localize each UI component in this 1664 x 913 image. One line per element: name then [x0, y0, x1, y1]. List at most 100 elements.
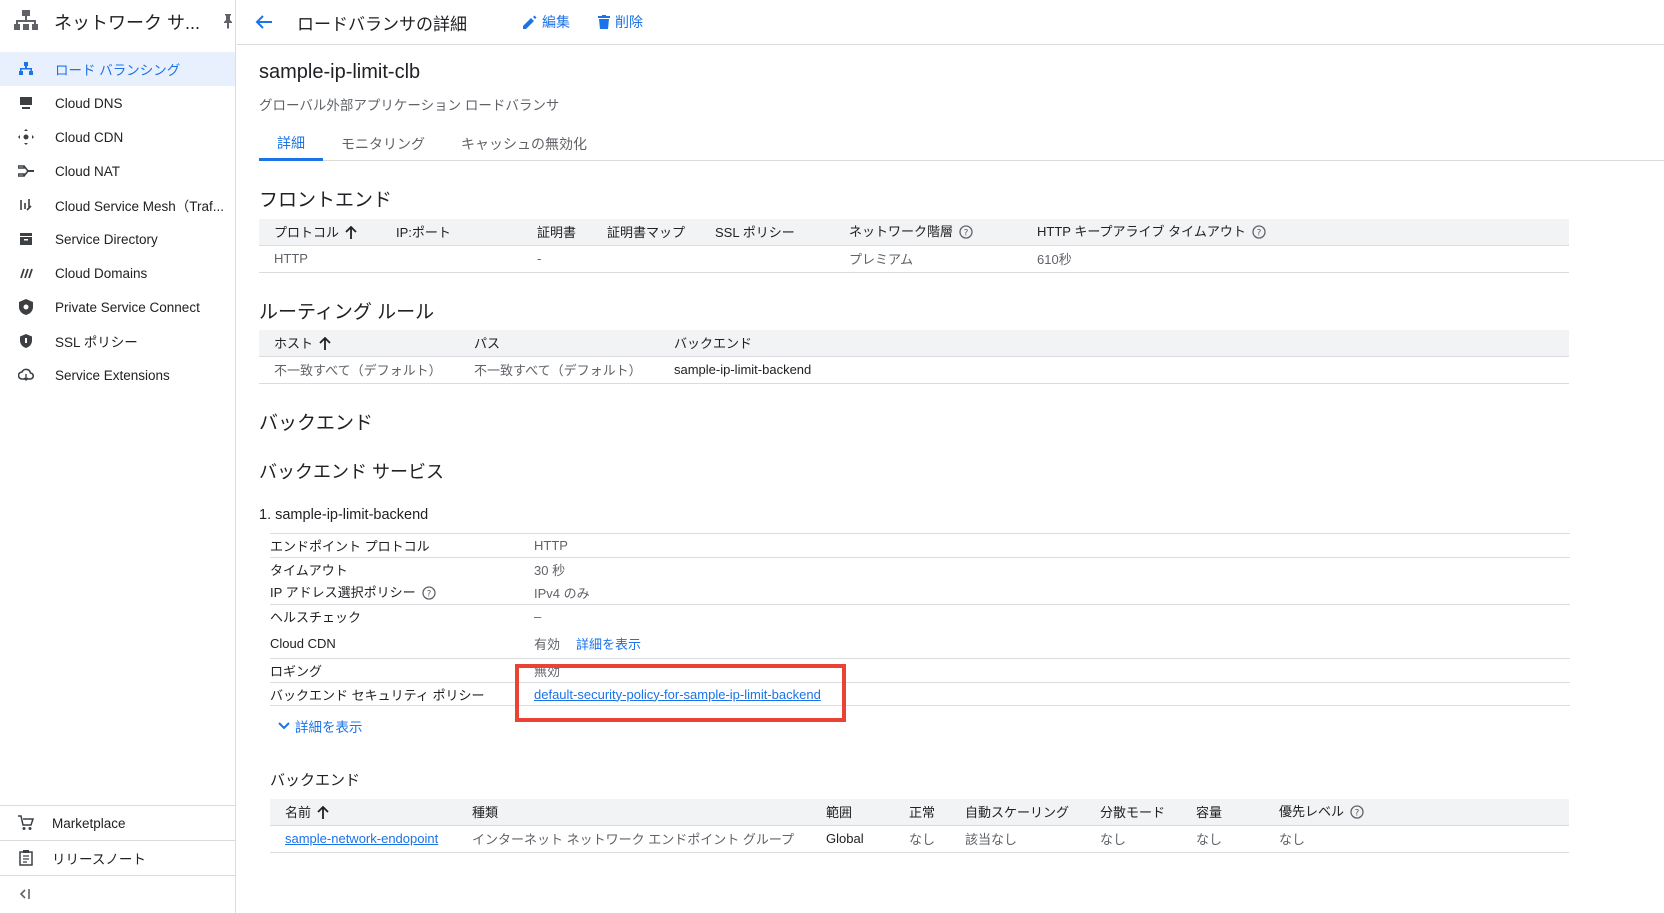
- sidebar-item-label: リリースノート: [52, 852, 146, 867]
- highlight-box: [515, 664, 846, 722]
- table-row: HTTP - プレミアム 610秒: [259, 245, 1569, 273]
- sidebar-nav: ロード バランシング Cloud DNS Cloud CDN Cloud NAT…: [0, 52, 235, 392]
- cell-ssl-policy: [700, 245, 834, 273]
- sidebar-item-service-directory[interactable]: Service Directory: [0, 222, 235, 256]
- sidebar-item-private-service-connect[interactable]: Private Service Connect: [0, 290, 235, 324]
- sidebar-item-load-balancing[interactable]: ロード バランシング: [0, 52, 235, 86]
- table-row: sample-network-endopoint インターネット ネットワーク …: [270, 825, 1569, 853]
- help-icon[interactable]: ?: [422, 585, 436, 603]
- cell-priority: なし: [1264, 825, 1569, 853]
- extensions-icon: [18, 367, 34, 383]
- sidebar-item-marketplace[interactable]: Marketplace: [0, 806, 235, 840]
- sidebar-item-label: Cloud DNS: [55, 95, 123, 111]
- delete-label: 削除: [615, 14, 643, 30]
- cell-backend: sample-ip-limit-backend: [659, 356, 1569, 384]
- domains-icon: [18, 265, 34, 281]
- shield-icon: [18, 299, 34, 315]
- pencil-icon: [523, 15, 537, 29]
- show-details-label: 詳細を表示: [295, 720, 363, 735]
- col-name[interactable]: 名前: [270, 799, 457, 826]
- sidebar-item-label: Service Extensions: [55, 367, 170, 383]
- sidebar-item-service-mesh[interactable]: Cloud Service Mesh（Traf...: [0, 188, 235, 222]
- cdn-icon: [18, 129, 34, 145]
- prop-health-check: ヘルスチェック –: [270, 604, 1570, 628]
- cell-scope: Global: [811, 825, 894, 853]
- table-row: 不一致すべて（デフォルト） 不一致すべて（デフォルト） sample-ip-li…: [259, 356, 1569, 384]
- ssl-shield-icon: [18, 333, 34, 349]
- collapse-icon: [18, 887, 32, 903]
- sidebar-item-label: Cloud CDN: [55, 129, 124, 145]
- sidebar-item-label: SSL ポリシー: [55, 335, 138, 350]
- sidebar-title: ネットワーク サ...: [54, 13, 201, 33]
- col-type: 種類: [457, 799, 811, 826]
- table-header-row: 名前 種類 範囲 正常 自動スケーリング 分散モード 容量 優先レベル?: [270, 799, 1569, 826]
- sidebar-item-cloud-dns[interactable]: Cloud DNS: [0, 86, 235, 120]
- cell-ip-port: [381, 245, 522, 273]
- cell-certificate-map: [592, 245, 700, 273]
- sidebar-item-label: Service Directory: [55, 231, 158, 247]
- sidebar-item-label: Marketplace: [52, 815, 126, 831]
- backend-properties: エンドポイント プロトコル HTTP タイムアウト 30 秒 IP アドレス選択…: [270, 533, 1570, 706]
- col-ip-port: IP:ポート: [381, 219, 522, 246]
- col-path: パス: [459, 330, 659, 357]
- table-header-row: ホスト パス バックエンド: [259, 330, 1569, 357]
- cell-certificate: -: [522, 245, 592, 273]
- help-icon[interactable]: ?: [1350, 805, 1364, 822]
- cell-network-tier: プレミアム: [834, 245, 1022, 273]
- sidebar-item-service-extensions[interactable]: Service Extensions: [0, 358, 235, 392]
- dns-icon: [18, 95, 34, 111]
- backend-name-link[interactable]: sample-network-endopoint: [285, 831, 438, 846]
- backends-heading: バックエンド: [270, 772, 361, 789]
- load-balancer-name: sample-ip-limit-clb: [259, 61, 421, 83]
- sort-arrow-up-icon: [317, 805, 329, 822]
- routing-heading: ルーティング ルール: [259, 302, 435, 323]
- notes-icon: [18, 850, 34, 866]
- delete-button[interactable]: 削除: [598, 12, 643, 32]
- prop-cloud-cdn: Cloud CDN 有効 詳細を表示: [270, 634, 642, 653]
- sidebar-item-cloud-domains[interactable]: Cloud Domains: [0, 256, 235, 290]
- sidebar-item-label: ロード バランシング: [55, 63, 181, 78]
- prop-timeout: タイムアウト 30 秒: [270, 557, 1570, 580]
- sidebar-item-release-notes[interactable]: リリースノート: [0, 841, 235, 875]
- tab-details[interactable]: 詳細: [259, 127, 323, 161]
- table-header-row: プロトコル IP:ポート 証明書 証明書マップ SSL ポリシー ネットワーク階…: [259, 219, 1569, 246]
- col-certificate-map: 証明書マップ: [592, 219, 700, 246]
- show-details-toggle[interactable]: 詳細を表示: [277, 716, 363, 736]
- sidebar-bottom: Marketplace リリースノート: [0, 805, 235, 913]
- col-autoscaling: 自動スケーリング: [950, 799, 1085, 826]
- backend-heading: バックエンド: [259, 413, 374, 434]
- page-title: ロードバランサの詳細: [297, 14, 467, 34]
- frontend-heading: フロントエンド: [259, 190, 393, 211]
- cdn-details-link[interactable]: 詳細を表示: [576, 634, 641, 653]
- prop-security-policy: バックエンド セキュリティ ポリシー default-security-poli…: [270, 682, 1570, 706]
- sidebar-item-cloud-cdn[interactable]: Cloud CDN: [0, 120, 235, 154]
- edit-button[interactable]: 編集: [523, 12, 570, 32]
- back-arrow-icon[interactable]: [255, 14, 275, 30]
- routing-table: ホスト パス バックエンド 不一致すべて（デフォルト） 不一致すべて（デフォルト…: [259, 330, 1569, 384]
- col-host[interactable]: ホスト: [259, 330, 459, 357]
- cell-name: sample-network-endopoint: [270, 825, 457, 853]
- sidebar-item-ssl-policy[interactable]: SSL ポリシー: [0, 324, 235, 358]
- help-icon[interactable]: ?: [959, 225, 973, 242]
- backend-service-title: 1. sample-ip-limit-backend: [259, 507, 429, 523]
- cell-capacity: なし: [1181, 825, 1264, 853]
- cell-healthy: なし: [894, 825, 950, 853]
- help-icon[interactable]: ?: [1252, 225, 1266, 242]
- collapse-sidebar-button[interactable]: [0, 875, 235, 913]
- col-scope: 範囲: [811, 799, 894, 826]
- pin-icon[interactable]: [222, 13, 234, 32]
- col-certificate: 証明書: [522, 219, 592, 246]
- nat-icon: [18, 163, 34, 179]
- col-backend: バックエンド: [659, 330, 1569, 357]
- sidebar-item-cloud-nat[interactable]: Cloud NAT: [0, 154, 235, 188]
- col-protocol[interactable]: プロトコル: [259, 219, 381, 246]
- chevron-down-icon: [278, 722, 290, 730]
- prop-logging: ロギング 無効: [270, 658, 1570, 682]
- tab-cache-invalidation[interactable]: キャッシュの無効化: [443, 127, 605, 161]
- tab-bar: 詳細 モニタリング キャッシュの無効化: [259, 127, 1664, 161]
- sort-arrow-up-icon: [319, 336, 331, 353]
- cell-balancing-mode: なし: [1085, 825, 1181, 853]
- col-balancing-mode: 分散モード: [1085, 799, 1181, 826]
- trash-icon: [598, 15, 610, 29]
- tab-monitoring[interactable]: モニタリング: [323, 127, 443, 161]
